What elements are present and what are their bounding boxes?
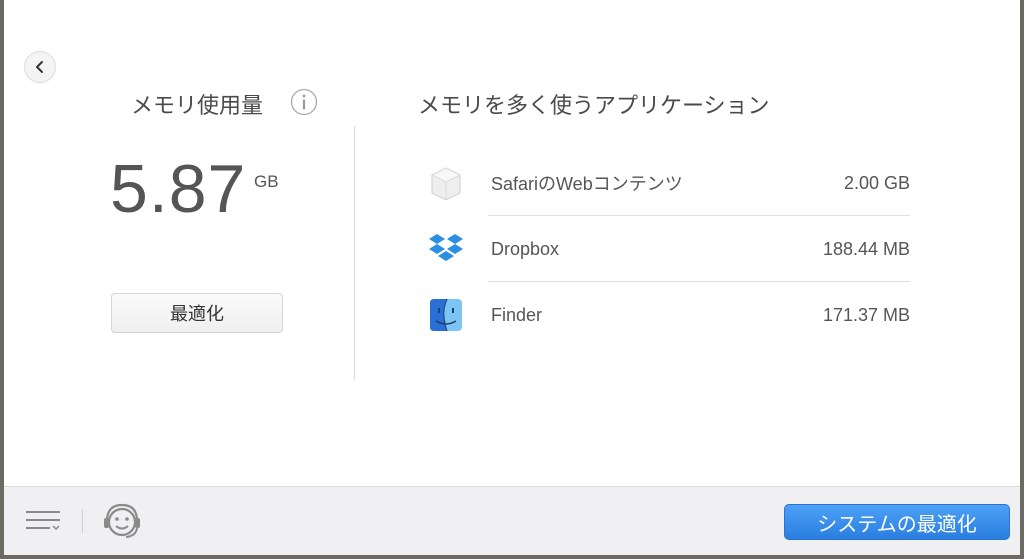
top-apps-title: メモリを多く使うアプリケーション [418,94,770,119]
app-name: Finder [491,304,543,325]
safari-web-content-icon [424,161,468,205]
app-row-finder[interactable]: Finder 171.37 MB [424,282,910,348]
app-row-dropbox[interactable]: Dropbox 188.44 MB [424,216,910,282]
system-optimize-button[interactable]: システムの最適化 [784,504,1010,540]
bottom-bar: システムの最適化 [4,486,1020,555]
top-apps-list: SafariのWebコンテンツ 2.00 GB Dropbox 188.44 M… [424,150,910,348]
app-size: 188.44 MB [822,238,910,259]
dropbox-icon [424,227,468,271]
app-size: 171.37 MB [822,304,910,325]
app-size: 2.00 GB [843,172,910,193]
back-button[interactable] [24,51,56,83]
memory-usage-unit: GB [254,172,279,191]
memory-usage-value: 5.87 [110,151,247,227]
chevron-left-icon [36,61,43,73]
finder-icon [424,293,468,337]
menu-icon[interactable] [24,505,64,537]
section-divider [354,126,355,380]
info-icon[interactable] [290,88,318,116]
bar-divider [82,509,83,533]
support-headset-icon[interactable] [100,499,144,543]
memory-usage-title: メモリ使用量 [131,94,264,119]
app-row-safari[interactable]: SafariのWebコンテンツ 2.00 GB [424,150,910,216]
memory-window: メモリ使用量 5.87 GB 最適化 メモリを多く使うアプリケーション Safa… [4,0,1020,555]
app-name: SafariのWebコンテンツ [491,174,683,194]
optimize-button[interactable]: 最適化 [111,293,283,333]
app-name: Dropbox [491,238,560,259]
